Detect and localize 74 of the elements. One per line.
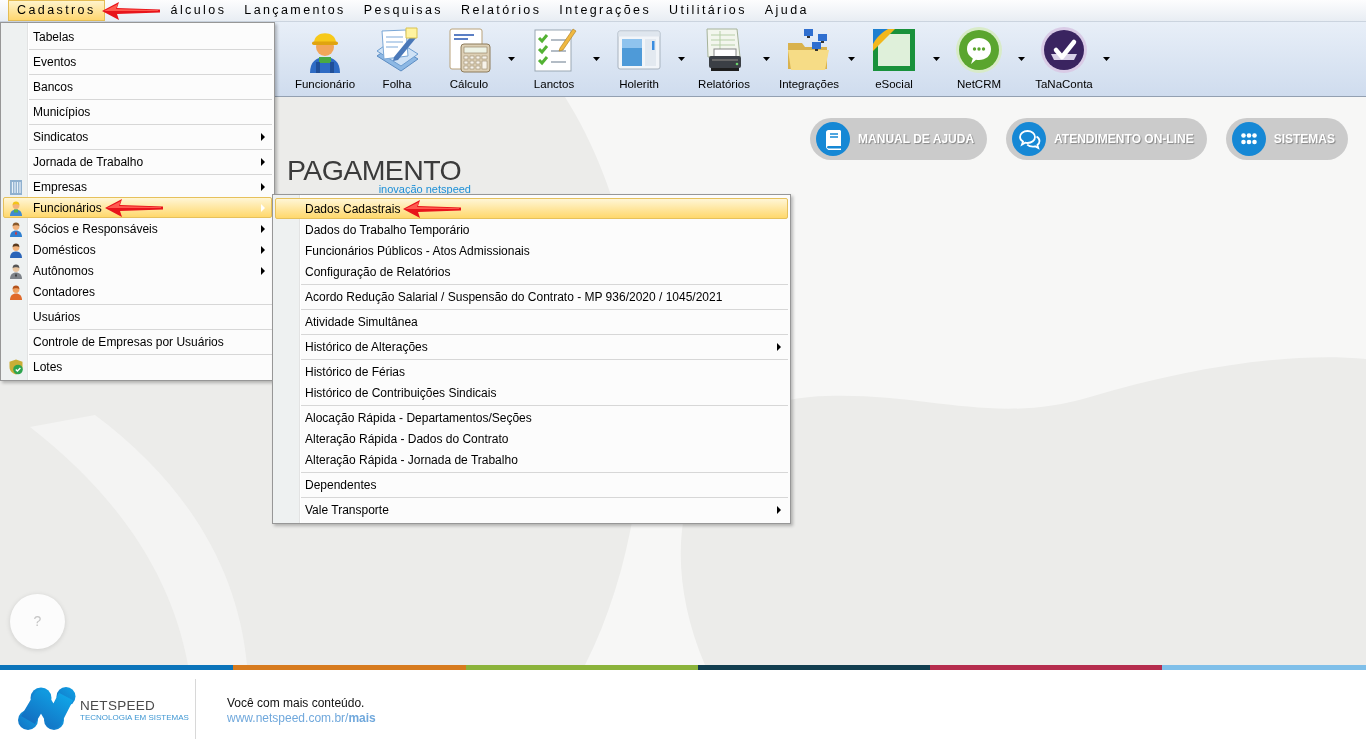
menu-bar-item[interactable]: Lançamentos xyxy=(235,0,355,21)
worker-icon xyxy=(8,199,24,216)
menu-bar-item[interactable]: Pesquisas xyxy=(354,0,453,21)
shield-check-icon xyxy=(8,358,24,375)
menu-item[interactable]: Histórico de Férias xyxy=(275,361,788,382)
caret-icon[interactable] xyxy=(1018,57,1025,61)
menu-item[interactable]: Sindicatos xyxy=(3,126,272,147)
menu-item[interactable]: Tabelas xyxy=(3,26,272,47)
caret-icon[interactable] xyxy=(508,57,515,61)
dots-grid-icon xyxy=(1231,122,1266,156)
menu-bar-item[interactable]: álculos xyxy=(161,0,236,21)
menu-item[interactable]: Municípios xyxy=(3,101,272,122)
menu-item[interactable]: Dados do Trabalho Temporário xyxy=(275,219,788,240)
menu-item[interactable]: Acordo Redução Salarial / Suspensão do Contrato - MP 936/2020 / 1045/2021 xyxy=(275,286,788,307)
menu-bar-item[interactable]: Integrações xyxy=(550,0,661,21)
book-icon xyxy=(816,122,851,156)
menu-item[interactable]: Domésticos xyxy=(3,239,272,260)
toolbar-button[interactable]: NetCRM xyxy=(946,22,1012,94)
menu-item[interactable]: Funcionários Públicos - Atos Admissionais xyxy=(275,240,788,261)
toolbar-button[interactable]: Lanctos xyxy=(521,22,587,94)
product-title: PAGAMENTO xyxy=(287,156,462,184)
menu-item[interactable]: Usuários xyxy=(3,306,272,327)
check-badge-icon xyxy=(1040,26,1088,74)
caret-icon[interactable] xyxy=(1103,57,1110,61)
caret-icon[interactable] xyxy=(763,57,770,61)
toolbar-button[interactable]: Folha xyxy=(364,22,430,94)
toolbar-button[interactable]: Funcionário xyxy=(292,22,358,94)
menu-item[interactable]: Dependentes xyxy=(275,474,788,495)
caret-icon[interactable] xyxy=(678,57,685,61)
logo-tagline: TECNOLOGIA EM SISTEMAS xyxy=(80,713,189,723)
person-icon xyxy=(8,283,24,300)
menu-item[interactable]: Histórico de Alterações xyxy=(275,336,788,357)
chat-bubbles-icon xyxy=(1012,122,1047,156)
menu-item[interactable]: Contadores xyxy=(3,281,272,302)
menu-item[interactable]: Histórico de Contribuições Sindicais xyxy=(275,382,788,403)
menu-item[interactable]: Empresas xyxy=(3,176,272,197)
menu-item[interactable]: Funcionários xyxy=(3,197,272,218)
building-icon xyxy=(8,178,24,195)
menu-item[interactable]: Alteração Rápida - Jornada de Trabalho xyxy=(275,449,788,470)
caret-icon[interactable] xyxy=(933,57,940,61)
toolbar-button[interactable]: Relatórios xyxy=(691,22,757,94)
product-tagline: inovação netspeed xyxy=(378,184,471,195)
menu-item[interactable]: Alteração Rápida - Dados do Contrato xyxy=(275,428,788,449)
caret-icon[interactable] xyxy=(593,57,600,61)
menu-item[interactable]: Atividade Simultânea xyxy=(275,311,788,332)
menu-bar-item[interactable]: Utilitários xyxy=(660,0,756,21)
toolbar-button[interactable]: Holerith xyxy=(606,22,672,94)
menu-item[interactable]: Sócios e Responsáveis xyxy=(3,218,272,239)
corner-document-icon xyxy=(870,26,918,74)
menu-bar-item[interactable]: Ajuda xyxy=(755,0,818,21)
menu-item[interactable]: Vale Transporte xyxy=(275,499,788,520)
toolbar-button[interactable]: Cálculo xyxy=(436,22,502,94)
menu-item[interactable]: Bancos xyxy=(3,76,272,97)
logo-icon xyxy=(18,686,76,731)
caret-icon[interactable] xyxy=(848,57,855,61)
menu-bar-item[interactable]: Cadastros xyxy=(8,0,105,21)
person-icon xyxy=(8,241,24,258)
menu-item[interactable]: Autônomos xyxy=(3,260,272,281)
menu-item[interactable]: Dados Cadastrais xyxy=(275,198,788,219)
menu-item[interactable]: Jornada de Trabalho xyxy=(3,151,272,172)
toolbar-button[interactable]: eSocial xyxy=(861,22,927,94)
logo-wordmark: NETSPEED xyxy=(80,698,157,713)
toolbar-button[interactable]: Integrações xyxy=(776,22,842,94)
menu-bar-item[interactable]: Relatórios xyxy=(452,0,551,21)
footer-message: Você com mais conteúdo. xyxy=(227,695,366,711)
speech-bubble-icon xyxy=(955,26,1003,74)
person-icon xyxy=(8,220,24,237)
menu-item[interactable]: Eventos xyxy=(3,51,272,72)
toolbar-button[interactable]: TaNaConta xyxy=(1031,22,1097,94)
menu-item[interactable]: Lotes xyxy=(3,356,272,377)
menu-item[interactable]: Controle de Empresas por Usuários xyxy=(3,331,272,352)
menu-item[interactable]: Alocação Rápida - Departamentos/Seções xyxy=(275,407,788,428)
menu-item[interactable]: Configuração de Relatórios xyxy=(275,261,788,282)
person-icon xyxy=(8,262,24,279)
